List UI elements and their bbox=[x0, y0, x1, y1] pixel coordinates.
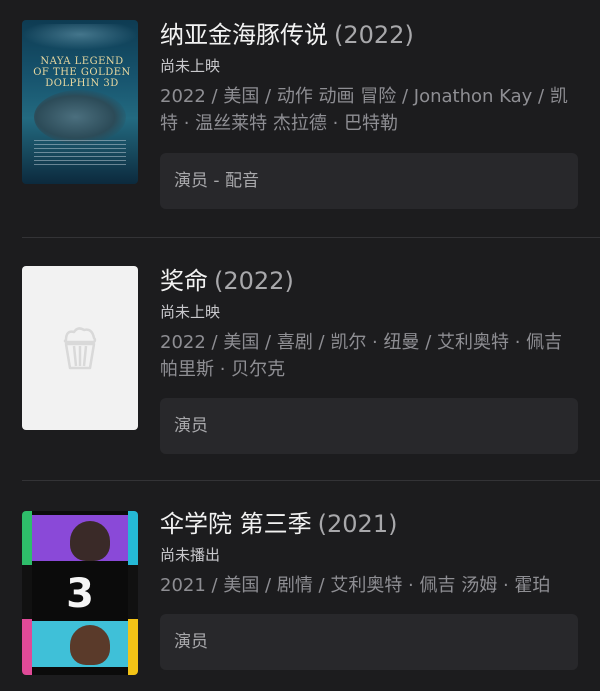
season-number: 3 bbox=[66, 571, 94, 617]
portrait-shape bbox=[70, 521, 110, 561]
release-status: 尚未播出 bbox=[160, 546, 221, 564]
item-meta: 2022 / 美国 / 喜剧 / 凯尔 · 纽曼 / 艾利奥特 · 佩吉 帕里斯… bbox=[160, 332, 563, 380]
portrait-shape bbox=[70, 625, 110, 665]
item-info: 伞学院 第三季 (2021) 尚未播出 2021 / 美国 / 剧情 / 艾利奥特… bbox=[160, 508, 578, 599]
item-meta: 2021 / 美国 / 剧情 / 艾利奥特 · 佩吉 汤姆 · 霍珀 bbox=[160, 575, 551, 596]
title-text: 伞学院 第三季 bbox=[160, 510, 312, 538]
poster-credits bbox=[34, 140, 126, 166]
role-box: 演员 bbox=[160, 614, 578, 670]
title-text: 纳亚金海豚传说 bbox=[160, 21, 328, 49]
item-meta: 2022 / 美国 / 动作 动画 冒险 / Jonathon Kay / 凯特… bbox=[160, 86, 568, 134]
dolphin-shape bbox=[34, 90, 126, 144]
poster-panel bbox=[32, 515, 128, 561]
list-item[interactable]: 奖命 (2022) 尚未上映 2022 / 美国 / 喜剧 / 凯尔 · 纽曼 /… bbox=[0, 238, 600, 481]
title-year: (2022) bbox=[214, 267, 294, 295]
item-title[interactable]: 奖命 (2022) bbox=[160, 265, 578, 297]
list-item[interactable]: NAYA LEGEND OF THE GOLDEN DOLPHIN 3D 纳亚金… bbox=[0, 0, 600, 238]
popcorn-icon bbox=[63, 327, 97, 370]
release-status: 尚未上映 bbox=[160, 57, 221, 75]
poster-title-text: NAYA LEGEND OF THE GOLDEN DOLPHIN 3D bbox=[33, 56, 131, 89]
filmography-list: NAYA LEGEND OF THE GOLDEN DOLPHIN 3D 纳亚金… bbox=[0, 0, 600, 691]
title-year: (2021) bbox=[317, 510, 398, 538]
item-title[interactable]: 伞学院 第三季 (2021) bbox=[160, 508, 578, 540]
poster-panel bbox=[32, 621, 128, 667]
release-status: 尚未上映 bbox=[160, 303, 221, 321]
poster-light bbox=[22, 24, 138, 50]
item-title[interactable]: 纳亚金海豚传说 (2022) bbox=[160, 19, 578, 51]
list-item[interactable]: 3 伞学院 第三季 (2021) 尚未播出 2021 / 美国 / 剧情 / 艾利… bbox=[0, 481, 600, 691]
poster-image[interactable]: NAYA LEGEND OF THE GOLDEN DOLPHIN 3D bbox=[22, 20, 138, 184]
title-text: 奖命 bbox=[160, 267, 208, 295]
poster-placeholder[interactable] bbox=[22, 266, 138, 430]
role-box: 演员 - 配音 bbox=[160, 153, 578, 209]
poster-image[interactable]: 3 bbox=[22, 511, 138, 675]
item-info: 奖命 (2022) 尚未上映 2022 / 美国 / 喜剧 / 凯尔 · 纽曼 /… bbox=[160, 265, 578, 383]
item-info: 纳亚金海豚传说 (2022) 尚未上映 2022 / 美国 / 动作 动画 冒险 … bbox=[160, 19, 578, 137]
role-box: 演员 bbox=[160, 398, 578, 454]
title-year: (2022) bbox=[334, 21, 414, 49]
